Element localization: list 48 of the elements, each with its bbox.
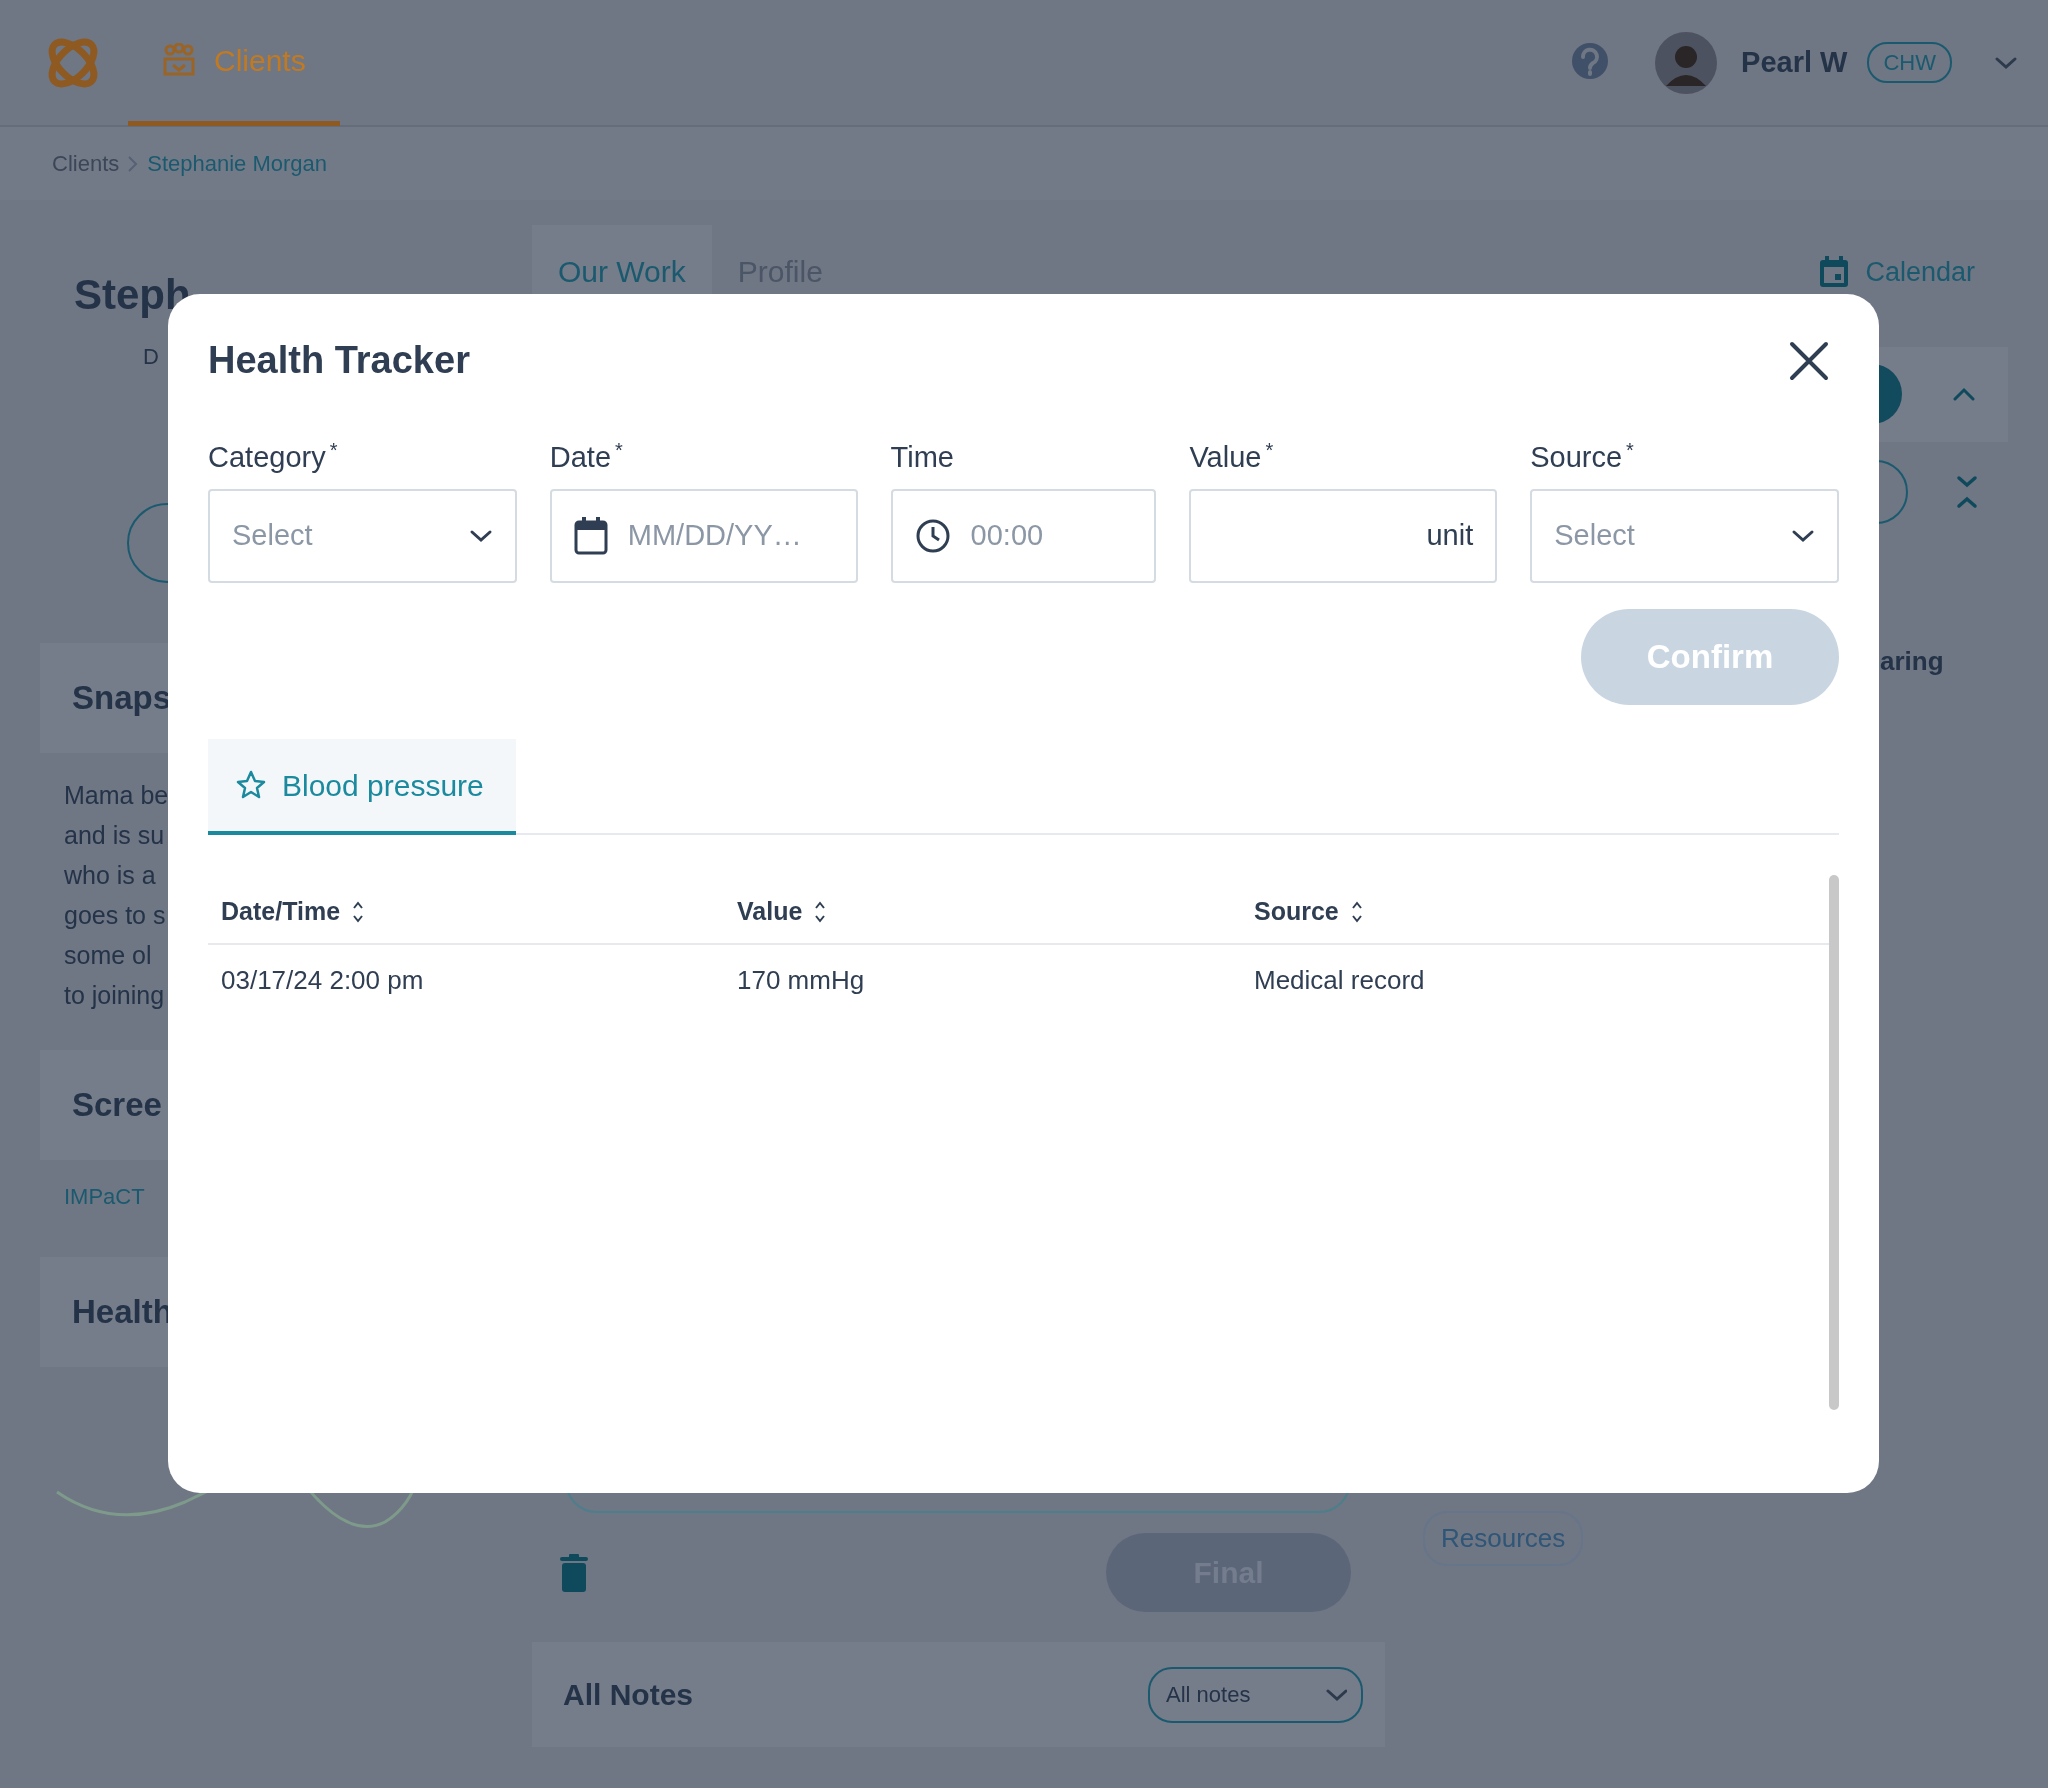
avatar — [1655, 31, 1718, 94]
tag-chip[interactable]: Resources — [1423, 1510, 1584, 1566]
input-field[interactable]: 00:00 — [890, 489, 1157, 584]
input-field[interactable]: MM/DD/YY… — [549, 489, 858, 584]
field-label: Category$^{*}$ — [208, 437, 339, 475]
section-heading: aring — [1880, 644, 1945, 678]
calendar-icon — [1819, 256, 1850, 289]
section-title: All Notes — [563, 1677, 694, 1713]
client-name: Steph — [74, 274, 192, 316]
sort-icon — [1350, 900, 1363, 925]
table-cell-text: 170 mmHg — [737, 963, 866, 997]
tab[interactable]: Blood pressure — [208, 739, 516, 836]
field-label: Value$^{*}$ — [1189, 437, 1275, 475]
table-cell-text: 03/17/24 2:00 pm — [221, 963, 425, 997]
select-field[interactable]: Select — [208, 489, 517, 584]
clock-icon — [914, 518, 951, 555]
input-field[interactable]: unit — [1189, 489, 1498, 584]
calendar-icon — [573, 517, 608, 556]
client-detail: D — [143, 343, 159, 371]
snapshot-text: Mama be and is su who is a goes to s some ol to joining — [64, 780, 169, 1011]
close-icon[interactable] — [1789, 340, 1829, 381]
chevron-right-icon — [127, 154, 140, 173]
chevron-down-icon — [1325, 1687, 1347, 1702]
calendar-link[interactable]: Calendar — [1423, 252, 1975, 293]
field-label: Source$^{*}$ — [1530, 437, 1635, 475]
breadcrumb-link[interactable]: Clients — [52, 147, 120, 180]
sort-icon — [814, 900, 827, 925]
trash-icon[interactable] — [560, 1553, 588, 1592]
table-cell-text: Medical record — [1254, 963, 1426, 997]
user-name: Pearl W — [1741, 44, 1848, 80]
select-field[interactable]: Select — [1530, 489, 1839, 584]
field-label: Date$^{*}$ — [549, 437, 624, 475]
column-header[interactable]: Source — [1254, 893, 1814, 931]
people-icon — [162, 43, 196, 77]
column-header[interactable]: Value — [737, 893, 1254, 931]
scrollbar[interactable] — [1829, 875, 1839, 1411]
sort-icon — [352, 900, 365, 925]
column-header[interactable]: Date/Time — [221, 893, 737, 931]
star-icon — [236, 770, 266, 801]
breadcrumb-link[interactable]: Stephanie Morgan — [147, 147, 328, 180]
chevron-down-icon[interactable] — [1994, 55, 2018, 70]
chevron-down-icon — [1791, 529, 1815, 544]
role-badge: CHW — [1867, 42, 1952, 83]
field-label: Time — [890, 439, 955, 475]
collapse-icon[interactable] — [1956, 474, 1978, 509]
notes-filter[interactable]: All notes — [1148, 1666, 1363, 1723]
chevron-down-icon — [468, 529, 493, 544]
modal-title: Health Tracker — [208, 338, 470, 383]
